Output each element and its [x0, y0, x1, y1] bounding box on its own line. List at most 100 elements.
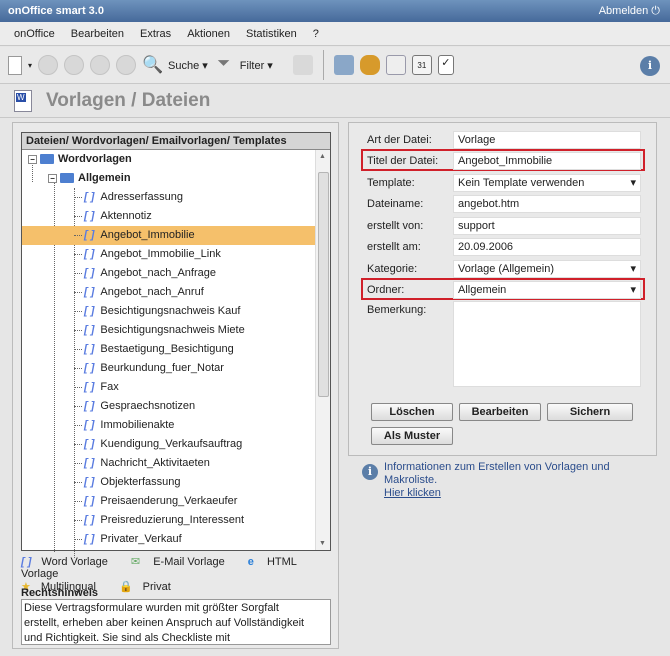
word-template-icon: [ ] [84, 400, 95, 412]
filter-button[interactable]: Filter ▾ [240, 59, 273, 72]
bemerkung-textarea[interactable] [453, 301, 641, 387]
calendar-icon[interactable]: 31 [411, 55, 432, 75]
home-icon[interactable] [333, 55, 354, 75]
scrollbar-thumb[interactable] [318, 172, 329, 397]
tree-item-label: Besichtigungsnachweis Kauf [100, 305, 241, 317]
field-select[interactable]: Kein Template verwenden [453, 174, 641, 192]
field-input[interactable]: angebot.htm [453, 195, 641, 213]
menu-bearbeiten[interactable]: Bearbeiten [71, 28, 124, 40]
tree-item[interactable]: [ ] Kuendigung_Verkaufsauftrag [22, 435, 316, 454]
first-icon[interactable] [38, 55, 59, 75]
page-header: Vorlagen / Dateien [0, 84, 670, 118]
contacts-icon[interactable] [359, 55, 380, 75]
tree-connector [74, 253, 82, 255]
print-icon[interactable] [292, 55, 313, 75]
tree-item-label: Preisaenderung_Verkaeufer [100, 495, 238, 507]
tree-item-label: Aktennotiz [100, 210, 152, 222]
tree-item[interactable]: [ ] Besichtigungsnachweis Kauf [22, 302, 316, 321]
next-icon[interactable] [90, 55, 111, 75]
word-template-icon: [ ] [84, 324, 95, 336]
tree-item[interactable]: [ ] Privater_Verkauf [22, 530, 316, 549]
file-tree-panel: Dateien/ Wordvorlagen/ Emailvorlagen/ Te… [12, 122, 339, 649]
word-template-icon: [ ] [84, 533, 95, 545]
toolbar-divider [322, 50, 324, 80]
edit-button[interactable]: Bearbeiten [459, 403, 541, 421]
tree-connector [74, 348, 82, 350]
tasks-icon[interactable]: ✓ [437, 55, 454, 75]
new-document-icon[interactable] [8, 55, 22, 75]
tree-item-label: Immobilienakte [100, 419, 175, 431]
word-template-icon: [ ] [84, 229, 95, 241]
field-label: erstellt am: [367, 241, 421, 253]
search-icon[interactable]: 🔍 [142, 55, 163, 75]
word-template-icon: [ ] [21, 556, 32, 568]
info-icon[interactable]: i [640, 56, 660, 76]
tree-item[interactable]: [ ] Objekterfassung [22, 473, 316, 492]
tree-item[interactable]: [ ] Nachricht_Aktivitaeten [22, 454, 316, 473]
tree-connector [74, 329, 82, 331]
tree-item[interactable]: [ ] Immobilienakte [22, 416, 316, 435]
rechtshinweis-label: Rechtshinweis [21, 587, 99, 599]
menu-onoffice[interactable]: onOffice [14, 28, 55, 40]
menu-aktionen[interactable]: Aktionen [187, 28, 230, 40]
form-row: Dateiname: angebot.htm [367, 195, 647, 213]
tree-item-label: Beurkundung_fuer_Notar [100, 362, 224, 374]
previous-icon[interactable] [64, 55, 85, 75]
tree-item-label: Nachricht_Aktivitaeten [100, 457, 210, 469]
save-button[interactable]: Sichern [547, 403, 633, 421]
file-details-panel: Bemerkung: Löschen Bearbeiten Sichern Al… [348, 122, 657, 456]
tree-item[interactable]: [ ] Fax [22, 378, 316, 397]
menu-help[interactable]: ? [313, 28, 319, 40]
word-template-icon: [ ] [84, 514, 95, 526]
menu-extras[interactable]: Extras [140, 28, 171, 40]
form-row: Ordner: Allgemein [367, 281, 647, 299]
tree-item-label: Privater_Verkauf [100, 533, 182, 545]
word-template-icon: [ ] [84, 362, 95, 374]
tree-item[interactable]: [ ] Gespraechsnotizen [22, 397, 316, 416]
tree-item[interactable]: [ ] Preisaenderung_Verkaeufer [22, 492, 316, 511]
field-input[interactable]: support [453, 217, 641, 235]
tree-connector [74, 538, 82, 540]
collapse-icon[interactable]: − [28, 154, 37, 164]
tree-node-wordvorlagen[interactable]: − Wordvorlagen [22, 150, 316, 169]
field-input[interactable]: Angebot_Immobilie [453, 152, 641, 170]
tree-item[interactable]: [ ] Aktennotiz [22, 207, 316, 226]
menu-statistiken[interactable]: Statistiken [246, 28, 297, 40]
search-button[interactable]: Suche ▾ [168, 59, 208, 72]
tree-item-label: Angebot_nach_Anruf [100, 286, 204, 298]
tree-item[interactable]: [ ] Angebot_Immobilie_Link [22, 245, 316, 264]
tree-connector [74, 310, 82, 312]
field-select[interactable]: Vorlage (Allgemein) [453, 260, 641, 278]
tree-item[interactable]: [ ] Besichtigungsnachweis Miete [22, 321, 316, 340]
info-link[interactable]: Hier klicken [384, 487, 441, 499]
as-pattern-button[interactable]: Als Muster [371, 427, 453, 445]
tree-item[interactable]: [ ] Preisreduzierung_Interessent [22, 511, 316, 530]
form-row: Art der Datei: Vorlage [367, 131, 647, 149]
tree-item[interactable]: [ ] Adresserfassung [22, 188, 316, 207]
mail-icon[interactable] [385, 55, 406, 75]
tree-item[interactable]: [ ] Beurkundung_fuer_Notar [22, 359, 316, 378]
legend-email: ✉ E-Mail Vorlage [130, 556, 225, 568]
tree-item[interactable]: [ ] Angebot_nach_Anfrage [22, 264, 316, 283]
tree-item[interactable]: [ ] Angebot_nach_Anruf [22, 283, 316, 302]
html-template-icon: e [247, 556, 257, 568]
collapse-icon[interactable]: − [48, 173, 57, 183]
toolbar: ▾ 🔍 Suche ▾ ⏷ Filter ▾ 31 ✓ i [0, 47, 670, 84]
tree-connector [74, 481, 82, 483]
field-input[interactable]: 20.09.2006 [453, 238, 641, 256]
rechtshinweis-text[interactable]: Diese Vertragsformulare wurden mit größt… [21, 599, 331, 645]
field-select[interactable]: Allgemein [453, 281, 641, 299]
tree-item[interactable]: [ ] Angebot_Immobilie [22, 226, 316, 245]
tree-node-allgemein[interactable]: − Allgemein [22, 169, 316, 188]
tree-connector [74, 462, 82, 464]
word-template-icon: [ ] [84, 419, 95, 431]
tree-scrollbar[interactable]: ▲ ▼ [315, 150, 330, 550]
filter-icon[interactable]: ⏷ [214, 55, 234, 75]
tree-item[interactable]: [ ] Bestaetigung_Besichtigung [22, 340, 316, 359]
field-input[interactable]: Vorlage [453, 131, 641, 149]
logout-link[interactable]: Abmelden ⏻ [599, 5, 660, 18]
last-icon[interactable] [116, 55, 137, 75]
word-template-icon: [ ] [84, 210, 95, 222]
tree-item-label: Bestaetigung_Besichtigung [100, 343, 234, 355]
delete-button[interactable]: Löschen [371, 403, 453, 421]
